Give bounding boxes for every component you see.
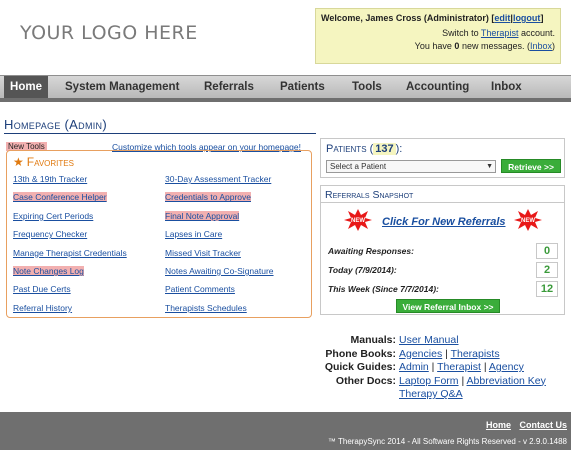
patient-select-value: Select a Patient	[330, 162, 387, 171]
nav-inbox[interactable]: Inbox	[491, 81, 522, 93]
resource-label: Manuals:	[350, 334, 396, 346]
view-referral-inbox-button[interactable]: View Referral Inbox >>	[396, 299, 500, 313]
welcome-text: Welcome, James Cross (Administrator)	[321, 13, 489, 23]
title-divider	[4, 133, 316, 134]
resource-link[interactable]: Therapy Q&A	[399, 388, 463, 400]
resource-links: Admin | Therapist | Agency	[399, 361, 524, 373]
favorite-tool-link[interactable]: 30-Day Assessment Tracker	[165, 174, 271, 184]
svg-text:NEW: NEW	[351, 218, 365, 224]
favorites-panel: ★ Favorites 13th & 19th Tracker Case Confe…	[6, 150, 312, 318]
favorite-tool-link[interactable]: Credentials to Approve	[165, 192, 251, 203]
favorite-tool-link[interactable]: Note Changes Log	[13, 266, 84, 276]
patients-label: Patients (137):	[326, 143, 403, 155]
resource-link[interactable]: Abbreviation Key	[467, 375, 546, 387]
switch-therapist-link[interactable]: Therapist	[481, 28, 519, 38]
favorite-tool-link[interactable]: 13th & 19th Tracker	[13, 174, 87, 184]
today-referrals-value: 2	[536, 262, 558, 278]
favorite-tool-link[interactable]: Case Conference Helper	[13, 192, 107, 203]
welcome-panel: Welcome, James Cross (Administrator) [ed…	[315, 8, 561, 64]
favorite-tool-link[interactable]: Final Note Approval	[165, 210, 240, 221]
favorite-tool-link[interactable]: Manage Therapist Credentials	[13, 248, 127, 258]
resource-link[interactable]: Agencies	[399, 348, 442, 360]
favorite-tool-link[interactable]: Past Due Certs	[13, 284, 71, 294]
page: YOUR LOGO HERE Welcome, James Cross (Adm…	[0, 0, 571, 450]
favorite-tool-link[interactable]: Frequency Checker	[13, 229, 87, 239]
favorites-heading: ★ Favorites	[13, 155, 74, 169]
edit-link[interactable]: edit	[494, 13, 510, 23]
footer-contact-link[interactable]: Contact Us	[519, 420, 567, 430]
header-inbox-link[interactable]: Inbox	[530, 41, 552, 51]
new-referrals-link[interactable]: Click For New Referrals	[382, 216, 506, 228]
footer-links: Home Contact Us	[480, 420, 567, 430]
favorite-tool-link[interactable]: Referral History	[13, 303, 72, 313]
favorite-tool-link[interactable]: Lapses in Care	[165, 229, 222, 239]
logo: YOUR LOGO HERE	[20, 22, 198, 44]
favorite-tool-link[interactable]: Patient Comments	[165, 284, 235, 294]
patients-panel: Patients (137): Select a Patient ▼ Retri…	[320, 138, 565, 178]
nav-home[interactable]: Home	[4, 76, 48, 98]
copyright: ™ TherapySync 2014 - All Software Rights…	[327, 437, 567, 446]
resource-label: Phone Books:	[325, 347, 396, 360]
page-title: Homepage (Admin)	[4, 117, 107, 132]
footer-home-link[interactable]: Home	[486, 420, 511, 430]
switch-prefix: Switch to	[442, 28, 479, 38]
resource-label: Other Docs:	[335, 374, 396, 387]
logout-link[interactable]: logout	[513, 13, 541, 23]
star-icon: ★	[13, 155, 24, 169]
resource-links: User Manual	[399, 334, 459, 346]
messages-count: 0	[454, 41, 460, 51]
nav-accounting[interactable]: Accounting	[406, 81, 469, 93]
nav-referrals[interactable]: Referrals	[204, 81, 254, 93]
retrieve-button[interactable]: Retrieve >>	[501, 159, 561, 173]
today-referrals-label: Today (7/9/2014):	[328, 265, 397, 275]
switch-suffix: account.	[520, 28, 555, 38]
week-referrals-value: 12	[536, 281, 558, 297]
patient-select[interactable]: Select a Patient ▼	[326, 160, 496, 173]
resource-links: Laptop Form | Abbreviation Key	[399, 374, 546, 387]
messages-line: You have 0 new messages. (Inbox)	[414, 41, 555, 51]
resource-link[interactable]: Therapist	[437, 361, 481, 373]
nav-patients[interactable]: Patients	[280, 81, 325, 93]
favorite-tool-link[interactable]: Notes Awaiting Co-Signature	[165, 266, 274, 276]
week-referrals-label: This Week (Since 7/7/2014):	[328, 284, 439, 294]
patient-count: 137	[373, 143, 396, 155]
resource-link[interactable]: Laptop Form	[399, 375, 459, 387]
messages-prefix: You have	[414, 41, 452, 51]
svg-text:NEW: NEW	[521, 218, 535, 224]
messages-suffix: new messages.	[461, 41, 525, 51]
referrals-snapshot-heading: Referrals Snapshot	[325, 189, 414, 201]
resource-link[interactable]: User Manual	[399, 334, 459, 346]
footer: Home Contact Us ™ TherapySync 2014 - All…	[0, 412, 571, 450]
chevron-down-icon: ▼	[486, 163, 493, 170]
favorite-tool-link[interactable]: Expiring Cert Periods	[13, 211, 93, 221]
new-burst-icon: NEW	[514, 209, 542, 231]
awaiting-responses-value: 0	[536, 243, 558, 259]
patients-label-text: Patients	[326, 143, 367, 155]
resource-link[interactable]: Therapists	[451, 348, 500, 360]
resource-link[interactable]: Admin	[399, 361, 429, 373]
new-burst-icon: NEW	[344, 209, 372, 231]
resource-link[interactable]: Agency	[489, 361, 524, 373]
favorite-tool-link[interactable]: Therapists Schedules	[165, 303, 247, 313]
favorite-tool-link[interactable]: Missed Visit Tracker	[165, 248, 241, 258]
main-nav: Home System Management Referrals Patient…	[0, 75, 571, 102]
awaiting-responses-label: Awaiting Responses:	[328, 246, 414, 256]
welcome-line: Welcome, James Cross (Administrator) [ed…	[321, 13, 544, 23]
favorites-heading-text: Favorites	[26, 155, 74, 169]
referrals-snapshot-panel: Referrals Snapshot NEW Click For New Ref…	[320, 185, 565, 315]
referrals-divider	[321, 202, 564, 203]
nav-system-management[interactable]: System Management	[65, 81, 179, 93]
resource-label: Quick Guides:	[324, 361, 396, 373]
resource-links: Agencies | Therapists	[399, 347, 500, 360]
resource-links: Therapy Q&A	[399, 388, 463, 400]
switch-account-line: Switch to Therapist account.	[321, 28, 555, 38]
nav-tools[interactable]: Tools	[352, 81, 382, 93]
